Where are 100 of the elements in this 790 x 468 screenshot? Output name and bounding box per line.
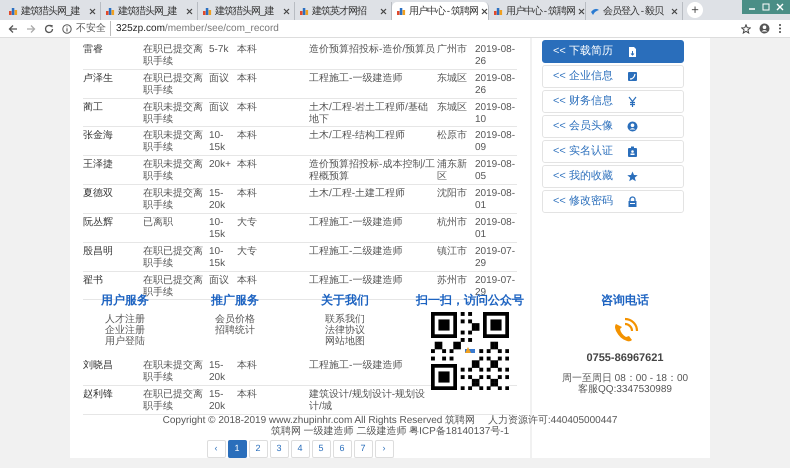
page-button[interactable]: 2 xyxy=(248,440,268,458)
page-button[interactable]: 6 xyxy=(332,440,352,458)
table-cell-text: 雷睿 xyxy=(83,44,104,57)
sidebar-item[interactable]: << 下载简历 xyxy=(542,40,684,63)
account-icon[interactable] xyxy=(759,23,770,34)
page-button[interactable]: 1 xyxy=(228,440,246,458)
site-icon xyxy=(396,6,406,16)
table-cell-text: 2019-07-29 xyxy=(475,246,516,270)
table-cell-text: 本科 xyxy=(237,130,258,144)
table-cell-text: 夏德双 xyxy=(83,188,114,202)
table-cell-text: 10-15k xyxy=(209,130,226,156)
table-cell-text: 10-15k xyxy=(209,246,226,270)
footer-link[interactable]: 法律协议 xyxy=(290,325,400,336)
phone-number: 0755-86967621 xyxy=(585,351,665,366)
table-cell-text: 本科 xyxy=(237,72,258,86)
close-icon[interactable] xyxy=(89,8,96,14)
page-button[interactable]: ‹ xyxy=(206,440,226,458)
sidebar-item[interactable]: << 财务信息 xyxy=(542,90,684,113)
sidebar-item[interactable]: << 实名认证 xyxy=(542,140,684,163)
close-icon[interactable] xyxy=(186,8,193,14)
table-cell-text: 2019-08-10 xyxy=(475,102,516,126)
table-cell-text: 工程施工-二级建造师 xyxy=(309,246,404,259)
star-icon[interactable] xyxy=(741,24,751,34)
back-icon[interactable] xyxy=(8,24,18,34)
footer-link[interactable]: 招聘统计 xyxy=(180,325,290,336)
table-cell-text: 本科 xyxy=(237,360,258,374)
close-icon[interactable] xyxy=(578,8,585,14)
table-cell-text: 土木/工程-岩土工程师/基础地下 xyxy=(309,102,429,126)
footer-link[interactable]: 企业注册 xyxy=(70,325,180,336)
table-cell-text: 15-20k xyxy=(209,389,226,414)
footer-link[interactable]: 人才注册 xyxy=(70,314,180,325)
sidebar-item[interactable]: << 企业信息 xyxy=(542,65,684,88)
table-cell-text: 土木/工程-土建工程师 xyxy=(309,188,406,202)
yen-icon xyxy=(627,96,638,107)
table-cell-text: 2019-08-26 xyxy=(475,72,516,98)
table-cell-text: 2019-08-01 xyxy=(475,216,516,242)
table-cell-text: 15-20k xyxy=(209,360,226,386)
table-cell-text: 大专 xyxy=(237,216,258,230)
close-icon[interactable] xyxy=(480,8,488,14)
info-icon[interactable] xyxy=(62,24,72,34)
close-icon[interactable] xyxy=(283,8,290,14)
table-cell-text: 15-20k xyxy=(209,188,226,213)
phone-card-icon xyxy=(627,71,638,82)
table-cell-text: 20k+ xyxy=(209,159,232,172)
table-cell-text: 造价预算招投标-成本控制/工程概预算 xyxy=(309,159,436,184)
page-button[interactable]: 5 xyxy=(312,440,330,458)
column-heading: 咨询电话 xyxy=(600,292,650,308)
site-icon xyxy=(299,6,309,16)
id-badge-icon xyxy=(627,146,638,157)
page-button[interactable]: 4 xyxy=(290,440,310,458)
browser-tab[interactable]: 用户中心 - 筑聘网 xyxy=(392,2,489,20)
table-cell-text: 卢泽生 xyxy=(83,72,114,86)
menu-icon[interactable] xyxy=(778,23,782,34)
table-cell-text: 造价预算招投标-造价/预算员 xyxy=(309,44,436,57)
business-hours: 周一至周日 08：00 - 18：00 xyxy=(560,372,690,384)
star-icon xyxy=(627,171,638,182)
footer-link[interactable]: 网站地图 xyxy=(290,336,400,347)
site-icon xyxy=(493,6,503,16)
lock-icon xyxy=(627,196,638,207)
table-cell-text: 蔺工 xyxy=(83,102,104,115)
footer-link[interactable]: 用户登陆 xyxy=(70,336,180,347)
qr-code-icon xyxy=(431,312,509,390)
copyright-text: Copyright © 2018-2019 www.zhupinhr.com All Rights Reserved 筑聘网 人力资源许可:440405000447 xyxy=(162,415,618,426)
site-icon xyxy=(105,6,115,16)
maximize-icon[interactable] xyxy=(762,3,770,11)
site-icon xyxy=(202,6,212,16)
document-download-icon xyxy=(627,46,638,57)
table-cell-text: 翟书 xyxy=(83,274,104,288)
close-icon[interactable] xyxy=(380,8,387,14)
window-controls[interactable] xyxy=(742,0,790,14)
column-heading: 推广服务 xyxy=(210,292,260,308)
table-cell-text: 工程施工-一级建造师 xyxy=(309,72,404,86)
footer-link[interactable]: 联系我们 xyxy=(290,314,400,325)
table-cell-text: 殷昌明 xyxy=(83,246,114,259)
table-cell-text: 工程施工-一级建造师 xyxy=(309,360,404,374)
table-cell-text: 王泽捷 xyxy=(83,159,114,172)
table-cell-text: 本科 xyxy=(237,188,258,202)
page-button[interactable]: › xyxy=(374,440,394,458)
footer-link[interactable]: 会员价格 xyxy=(180,314,290,325)
qq-number: 客服QQ:3347530989 xyxy=(577,384,673,394)
sidebar-item[interactable]: << 我的收藏 xyxy=(542,165,684,188)
url-text[interactable]: 325zp.com/member/see/com_record xyxy=(110,21,279,36)
table-cell-text: 10-15k xyxy=(209,216,226,242)
reload-icon[interactable] xyxy=(44,24,54,34)
user-icon xyxy=(627,121,638,132)
table-cell-text: 工程施工-一级建造师 xyxy=(309,274,404,288)
table-cell-text: 2019-08-05 xyxy=(475,159,516,184)
page-button[interactable]: 7 xyxy=(354,440,372,458)
table-cell-text: 本科 xyxy=(237,274,258,288)
new-tab-button[interactable]: + xyxy=(687,2,703,18)
table-cell-text: 阮丛辉 xyxy=(83,216,114,230)
table-cell-text: 工程施工-一级建造师 xyxy=(309,216,404,230)
column-heading: 关于我们 xyxy=(320,292,370,308)
sidebar-item[interactable]: << 会员头像 xyxy=(542,115,684,138)
table-cell-text: 2019-08-26 xyxy=(475,44,516,69)
table-cell-text: 本科 xyxy=(237,389,258,402)
page-button[interactable]: 3 xyxy=(270,440,288,458)
close-icon[interactable] xyxy=(671,8,678,14)
table-cell-text: 土木/工程-结构工程师 xyxy=(309,130,406,144)
sidebar-item[interactable]: << 修改密码 xyxy=(542,190,684,213)
